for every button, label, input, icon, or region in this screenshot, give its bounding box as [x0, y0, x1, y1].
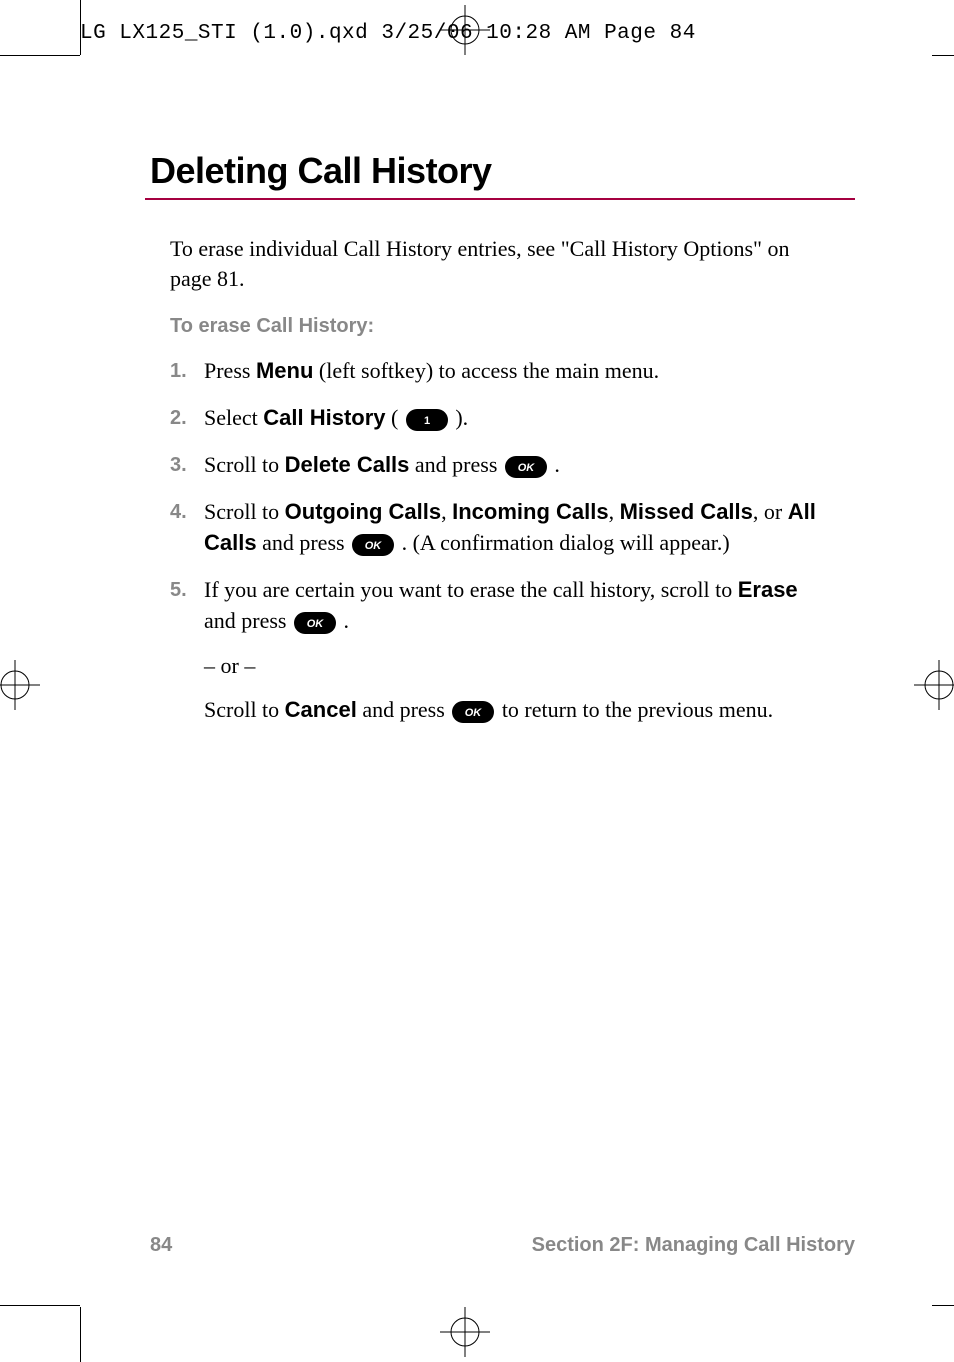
one-key-icon: 1	[405, 408, 449, 432]
step-body: Press Menu (left softkey) to access the …	[204, 356, 850, 387]
ok-key-icon: OK	[351, 533, 395, 557]
page-number: 84	[150, 1234, 172, 1257]
crop-mark	[932, 55, 954, 57]
bold-term: Incoming Calls	[452, 499, 608, 524]
prepress-header: LG LX125_STI (1.0).qxd 3/25/06 10:28 AM …	[80, 22, 696, 45]
list-item: 4.Scroll to Outgoing Calls, Incoming Cal…	[170, 497, 850, 559]
registration-mark-icon	[914, 660, 954, 710]
section-label: Section 2F: Managing Call History	[532, 1234, 860, 1257]
title-underline	[145, 198, 855, 200]
page-content: Deleting Call History To erase individua…	[150, 150, 850, 742]
step-number: 5.	[170, 575, 204, 606]
step-subtext: Scroll to Cancel and press OK to return …	[204, 695, 820, 726]
list-item: 2.Select Call History ( 1 ).	[170, 403, 850, 434]
crop-mark	[0, 1305, 80, 1307]
step-body: Scroll to Outgoing Calls, Incoming Calls…	[204, 497, 850, 559]
step-body: Scroll to Delete Calls and press OK .	[204, 450, 850, 481]
list-item: 5.If you are certain you want to erase t…	[170, 575, 850, 726]
bold-term: Call History	[263, 405, 385, 430]
bold-term: Missed Calls	[620, 499, 753, 524]
crop-mark	[0, 55, 80, 57]
registration-mark-icon	[0, 660, 40, 710]
bold-term: Delete Calls	[285, 452, 410, 477]
list-item: 3.Scroll to Delete Calls and press OK .	[170, 450, 850, 481]
svg-text:OK: OK	[518, 462, 536, 474]
list-item: 1.Press Menu (left softkey) to access th…	[170, 356, 850, 387]
page-title: Deleting Call History	[150, 150, 850, 192]
crop-mark	[80, 1307, 82, 1362]
bold-term: Cancel	[285, 697, 357, 722]
step-number: 3.	[170, 450, 204, 481]
ok-key-icon: OK	[293, 611, 337, 635]
ok-key-icon: OK	[504, 455, 548, 479]
procedure-list: 1.Press Menu (left softkey) to access th…	[170, 356, 850, 726]
step-body: If you are certain you want to erase the…	[204, 575, 850, 726]
crop-mark	[932, 1305, 954, 1307]
intro-paragraph: To erase individual Call History entries…	[170, 234, 850, 293]
ok-key-icon: OK	[451, 700, 495, 724]
step-number: 1.	[170, 356, 204, 387]
step-subtext: – or –	[204, 651, 820, 682]
procedure-heading: To erase Call History:	[170, 315, 850, 338]
bold-term: Menu	[256, 358, 313, 383]
bold-term: Erase	[738, 577, 798, 602]
step-number: 4.	[170, 497, 204, 528]
svg-text:OK: OK	[365, 540, 383, 552]
page-footer: 84 Section 2F: Managing Call History	[150, 1234, 860, 1257]
step-number: 2.	[170, 403, 204, 434]
svg-text:1: 1	[424, 415, 430, 427]
svg-text:OK: OK	[465, 707, 483, 719]
bold-term: Outgoing Calls	[285, 499, 441, 524]
svg-text:OK: OK	[307, 618, 325, 630]
step-body: Select Call History ( 1 ).	[204, 403, 850, 434]
registration-mark-icon	[440, 1307, 490, 1357]
